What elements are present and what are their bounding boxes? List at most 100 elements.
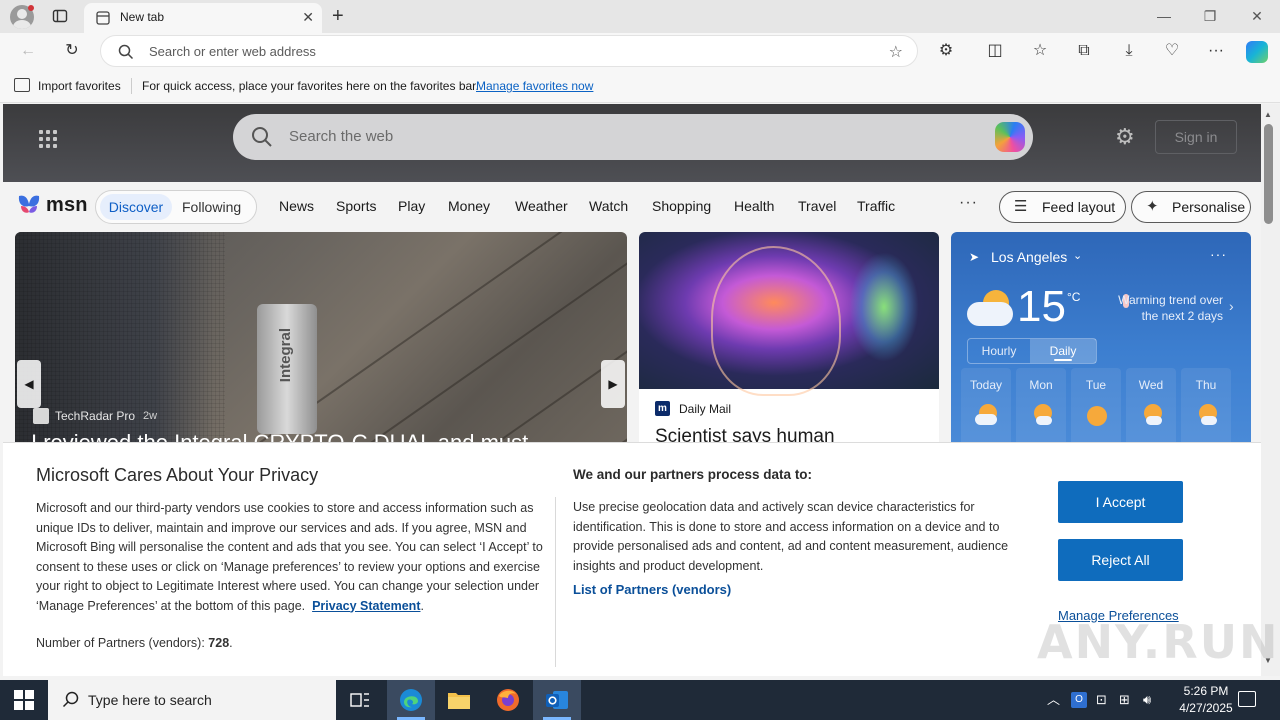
close-tab-icon[interactable]: ✕: [302, 10, 314, 24]
forecast-day[interactable]: Today: [961, 368, 1011, 452]
web-search-box[interactable]: Search the web: [233, 114, 1033, 160]
profile-notification-dot: [28, 5, 34, 11]
weather-location[interactable]: Los Angeles: [991, 249, 1067, 265]
favorites-icon[interactable]: ☆: [1030, 41, 1050, 61]
weather-card[interactable]: ➤ Los Angeles ⌄ ··· 15 °C Warming trend …: [951, 232, 1251, 452]
show-hidden-icons-chevron-icon[interactable]: ︿: [1047, 692, 1060, 708]
sign-in-button[interactable]: Sign in: [1155, 120, 1237, 154]
copilot-icon[interactable]: [1246, 41, 1268, 63]
privacy-consent-banner: Microsoft Cares About Your Privacy Micro…: [3, 442, 1278, 676]
nav-health[interactable]: Health: [734, 198, 774, 214]
downloads-icon[interactable]: ⤓: [1119, 41, 1139, 61]
back-icon[interactable]: ←: [18, 41, 38, 61]
sunny-icon: [1085, 404, 1107, 426]
hero-source: TechRadar Pro: [55, 409, 136, 423]
tab-new-tab[interactable]: New tab ✕: [84, 3, 322, 33]
network-icon[interactable]: ⊞: [1119, 692, 1130, 708]
news-card[interactable]: m Daily Mail Scientist says human: [639, 232, 939, 452]
file-explorer-icon[interactable]: [435, 680, 483, 720]
day-name: Mon: [1029, 378, 1053, 392]
privacy-title: Microsoft Cares About Your Privacy: [36, 465, 319, 485]
personalise-label: Personalise: [1172, 199, 1246, 215]
address-bar[interactable]: Search or enter web address ☆: [100, 35, 918, 67]
accept-button[interactable]: I Accept: [1058, 481, 1183, 523]
nav-sports[interactable]: Sports: [336, 198, 376, 214]
nav-play[interactable]: Play: [398, 198, 425, 214]
nav-news[interactable]: News: [279, 198, 314, 214]
clock-date[interactable]: 4/27/2025: [1166, 701, 1246, 715]
taskbar-search-box[interactable]: Type here to search: [48, 680, 336, 720]
nav-more-button[interactable]: ···: [959, 194, 978, 212]
usb-device-icon[interactable]: ⊡: [1096, 692, 1107, 708]
outlook-tray-icon[interactable]: O: [1071, 692, 1087, 708]
partners-count: 728: [208, 636, 230, 650]
msn-header: Search the web ⚙ Sign in: [3, 104, 1261, 182]
nav-watch[interactable]: Watch: [589, 198, 628, 214]
browser-essentials-icon[interactable]: ♡: [1162, 41, 1182, 61]
chevron-right-icon[interactable]: ›: [1229, 298, 1234, 314]
hero-card[interactable]: Integral ◀ ▶ TechRadar Pro 2w I reviewed…: [15, 232, 627, 452]
carousel-next-button[interactable]: ▶: [601, 360, 625, 408]
edge-taskbar-icon[interactable]: [387, 680, 435, 720]
active-tab-indicator: [1054, 359, 1072, 361]
reject-all-button[interactable]: Reject All: [1058, 539, 1183, 581]
forecast-day[interactable]: Wed: [1126, 368, 1176, 452]
extensions-icon[interactable]: ⚙: [936, 41, 956, 61]
process-title: We and our partners process data to:: [573, 467, 813, 482]
tab-actions-icon[interactable]: [52, 8, 68, 24]
feed-layout-button[interactable]: ☰ Feed layout: [999, 191, 1126, 223]
process-body: Use precise geolocation data and activel…: [573, 500, 1009, 573]
nav-traffic[interactable]: Traffic: [857, 198, 895, 214]
forecast-day[interactable]: Mon: [1016, 368, 1066, 452]
source-logo-icon: [33, 408, 49, 424]
scroll-up-arrow-icon[interactable]: ▲: [1264, 110, 1272, 119]
tab-discover[interactable]: Discover: [100, 194, 172, 220]
split-screen-icon[interactable]: ◫: [985, 41, 1005, 61]
restore-icon[interactable]: ❐: [1202, 8, 1218, 24]
weather-trend[interactable]: Warming trend over the next 2 days: [1111, 292, 1223, 324]
notifications-icon[interactable]: [1238, 691, 1256, 707]
weather-temperature: 15: [1017, 282, 1066, 331]
nav-money[interactable]: Money: [448, 198, 490, 214]
personalise-button[interactable]: ✦ Personalise: [1131, 191, 1251, 223]
carousel-prev-button[interactable]: ◀: [17, 360, 41, 408]
import-favorites-icon: [14, 78, 30, 92]
nav-travel[interactable]: Travel: [798, 198, 836, 214]
new-tab-button[interactable]: +: [332, 6, 344, 26]
forecast-day[interactable]: Thu: [1181, 368, 1231, 452]
nav-weather[interactable]: Weather: [515, 198, 568, 214]
settings-gear-icon[interactable]: ⚙: [1115, 126, 1135, 148]
tab-hourly[interactable]: Hourly: [968, 339, 1030, 363]
hero-age: 2w: [143, 410, 158, 422]
firefox-icon[interactable]: [484, 680, 532, 720]
copilot-orb-icon[interactable]: [995, 122, 1025, 152]
forecast-toggle: Hourly Daily: [967, 338, 1097, 364]
nav-shopping[interactable]: Shopping: [652, 198, 711, 214]
outlook-icon[interactable]: [533, 680, 581, 720]
manage-favorites-link[interactable]: Manage favorites now: [476, 79, 593, 93]
apps-launcher-icon[interactable]: [39, 130, 57, 148]
list-of-partners-link[interactable]: List of Partners (vendors): [573, 582, 731, 597]
sparkle-icon: ✦: [1146, 198, 1159, 215]
refresh-icon[interactable]: ↻: [62, 41, 82, 61]
clock-time[interactable]: 5:26 PM: [1176, 684, 1236, 698]
close-window-icon[interactable]: ✕: [1249, 8, 1265, 24]
task-view-icon[interactable]: [336, 680, 384, 720]
collections-icon[interactable]: ⧉: [1074, 41, 1094, 61]
more-options-icon[interactable]: ···: [1206, 41, 1226, 61]
chevron-down-icon[interactable]: ⌄: [1073, 249, 1082, 262]
volume-icon[interactable]: 🔊︎: [1143, 692, 1151, 708]
forecast-day[interactable]: Tue: [1071, 368, 1121, 452]
scrollbar-thumb[interactable]: [1264, 124, 1273, 224]
favorites-bar: Import favorites For quick access, place…: [0, 69, 1280, 103]
weather-more-icon[interactable]: ···: [1210, 246, 1227, 262]
privacy-statement-link[interactable]: Privacy Statement: [312, 599, 420, 613]
favorite-star-icon[interactable]: ☆: [889, 42, 903, 62]
msn-logo-text[interactable]: msn: [46, 194, 88, 217]
import-favorites-button[interactable]: Import favorites: [38, 79, 121, 93]
msn-butterfly-icon: [18, 195, 40, 213]
partly-cloudy-icon: [967, 290, 1013, 326]
minimize-icon[interactable]: —: [1156, 8, 1172, 24]
windows-start-icon[interactable]: [14, 690, 34, 710]
tab-following[interactable]: Following: [182, 194, 241, 220]
